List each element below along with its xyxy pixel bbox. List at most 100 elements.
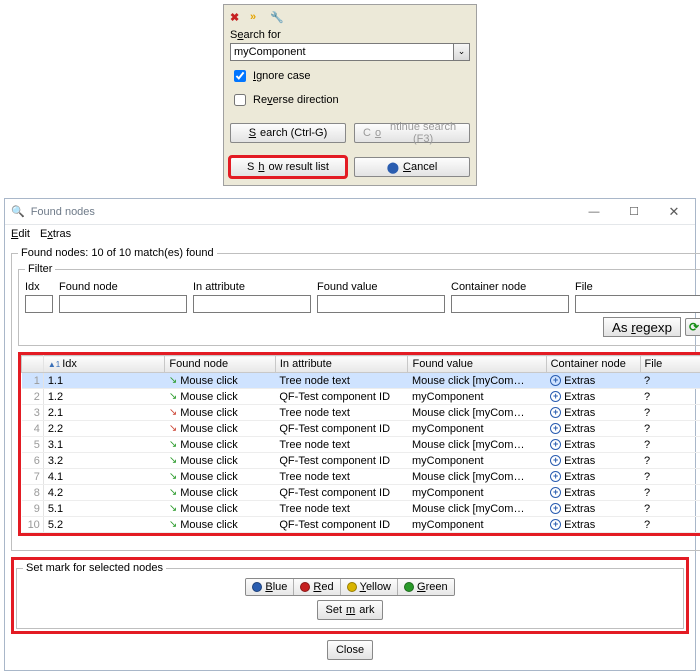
search-dropdown-button[interactable]: ⌄ [454, 43, 470, 61]
col-found-node[interactable]: Found node [165, 356, 276, 373]
col-rownum[interactable] [22, 356, 44, 373]
mouse-click-icon: ↘ [169, 423, 177, 434]
cell-found-node: ↘Mouse click [165, 517, 276, 533]
expand-icon[interactable]: + [550, 519, 561, 530]
close-button[interactable]: Close [327, 640, 373, 660]
filter-found-node-input[interactable] [59, 295, 187, 313]
table-row[interactable]: 21.2↘Mouse clickQF-Test component IDmyCo… [22, 389, 700, 405]
menu-extras[interactable]: Extras [40, 228, 71, 240]
cell-in-attribute: QF-Test component ID [275, 517, 408, 533]
filter-found-value-label: Found value [317, 281, 445, 294]
table-row[interactable]: 74.1↘Mouse clickTree node textMouse clic… [22, 469, 700, 485]
cell-idx: 2.2 [43, 421, 165, 437]
ignore-case-checkbox[interactable] [234, 70, 246, 82]
expand-icon[interactable]: + [550, 375, 561, 386]
results-table[interactable]: ▲1Idx Found node In attribute Found valu… [21, 355, 700, 533]
expand-icon[interactable]: + [550, 407, 561, 418]
expand-icon[interactable]: + [550, 503, 561, 514]
row-number: 9 [22, 501, 44, 517]
wrench-icon[interactable]: 🔧 [270, 11, 284, 25]
col-in-attribute[interactable]: In attribute [275, 356, 408, 373]
filter-file-input[interactable] [575, 295, 700, 313]
mark-red-button[interactable]: Red [294, 579, 340, 595]
cell-idx: 1.2 [43, 389, 165, 405]
menu-edit[interactable]: Edit [11, 228, 30, 240]
cell-found-value: myComponent [408, 453, 546, 469]
reverse-direction-checkbox[interactable] [234, 94, 246, 106]
table-row[interactable]: 95.1↘Mouse clickTree node textMouse clic… [22, 501, 700, 517]
cell-idx: 5.1 [43, 501, 165, 517]
table-row[interactable]: 105.2↘Mouse clickQF-Test component IDmyC… [22, 517, 700, 533]
table-row[interactable]: 84.2↘Mouse clickQF-Test component IDmyCo… [22, 485, 700, 501]
set-mark-legend: Set mark for selected nodes [23, 562, 166, 574]
table-row[interactable]: 32.1↘Mouse clickTree node textMouse clic… [22, 405, 700, 421]
cell-found-value: myComponent [408, 485, 546, 501]
row-number: 6 [22, 453, 44, 469]
table-row[interactable]: 63.2↘Mouse clickQF-Test component IDmyCo… [22, 453, 700, 469]
filter-idx-input[interactable] [25, 295, 53, 313]
as-regexp-button[interactable]: As regexp [603, 317, 681, 337]
row-number: 7 [22, 469, 44, 485]
cell-found-value: myComponent [408, 389, 546, 405]
cell-file: ? [640, 517, 700, 533]
mouse-click-icon: ↘ [169, 375, 177, 386]
close-icon[interactable]: ✖ [230, 11, 244, 25]
cell-in-attribute: Tree node text [275, 405, 408, 421]
found-nodes-legend: Found nodes: 10 of 10 match(es) found [18, 247, 217, 259]
continue-search-button[interactable]: Continue search (F3) [354, 123, 470, 143]
fast-forward-icon[interactable]: » [250, 11, 264, 25]
window-minimize-button[interactable] [575, 201, 613, 223]
cell-idx: 3.1 [43, 437, 165, 453]
expand-icon[interactable]: + [550, 455, 561, 466]
cell-container-node: +Extras [546, 405, 640, 421]
apply-filter-button[interactable]: ⟳ [685, 318, 700, 336]
row-number: 3 [22, 405, 44, 421]
window-title: Found nodes [31, 206, 575, 218]
expand-icon[interactable]: + [550, 391, 561, 402]
set-mark-group: Set mark for selected nodes Blue Red Yel… [16, 562, 684, 629]
cancel-icon: ⬤ [387, 161, 399, 174]
cell-found-node: ↘Mouse click [165, 501, 276, 517]
search-button[interactable]: Search (Ctrl-G) [230, 123, 346, 143]
filter-idx-label: Idx [25, 281, 53, 294]
expand-icon[interactable]: + [550, 471, 561, 482]
filter-container-node-input[interactable] [451, 295, 569, 313]
cell-found-value: Mouse click [myCom… [408, 501, 546, 517]
expand-icon[interactable]: + [550, 487, 561, 498]
cell-container-node: +Extras [546, 469, 640, 485]
search-for-label: Search for [230, 29, 470, 41]
table-row[interactable]: 11.1↘Mouse clickTree node textMouse clic… [22, 373, 700, 389]
col-container-node[interactable]: Container node [546, 356, 640, 373]
mark-green-button[interactable]: Green [398, 579, 454, 595]
window-close-button[interactable] [655, 201, 693, 223]
set-mark-highlight: Set mark for selected nodes Blue Red Yel… [11, 557, 689, 634]
filter-found-node-label: Found node [59, 281, 187, 294]
cell-file: ? [640, 389, 700, 405]
search-input[interactable] [230, 43, 454, 61]
expand-icon[interactable]: + [550, 423, 561, 434]
col-idx[interactable]: ▲1Idx [43, 356, 165, 373]
mouse-click-icon: ↘ [169, 455, 177, 466]
mark-blue-button[interactable]: Blue [246, 579, 294, 595]
expand-icon[interactable]: + [550, 439, 561, 450]
filter-in-attribute-input[interactable] [193, 295, 311, 313]
show-result-list-button[interactable]: Show result list [230, 157, 346, 177]
cell-container-node: +Extras [546, 501, 640, 517]
cell-found-node: ↘Mouse click [165, 437, 276, 453]
filter-found-value-input[interactable] [317, 295, 445, 313]
mouse-click-icon: ↘ [169, 471, 177, 482]
col-file[interactable]: File [640, 356, 700, 373]
cell-in-attribute: QF-Test component ID [275, 453, 408, 469]
mouse-click-icon: ↘ [169, 519, 177, 530]
row-number: 1 [22, 373, 44, 389]
set-mark-button[interactable]: Set mark [317, 600, 384, 620]
col-found-value[interactable]: Found value [408, 356, 546, 373]
mark-yellow-button[interactable]: Yellow [341, 579, 398, 595]
cell-idx: 4.2 [43, 485, 165, 501]
filter-legend: Filter [25, 263, 55, 275]
table-row[interactable]: 53.1↘Mouse clickTree node textMouse clic… [22, 437, 700, 453]
table-row[interactable]: 42.2↘Mouse clickQF-Test component IDmyCo… [22, 421, 700, 437]
cell-file: ? [640, 453, 700, 469]
cancel-button[interactable]: ⬤ Cancel [354, 157, 470, 177]
window-maximize-button[interactable]: ☐ [615, 201, 653, 223]
